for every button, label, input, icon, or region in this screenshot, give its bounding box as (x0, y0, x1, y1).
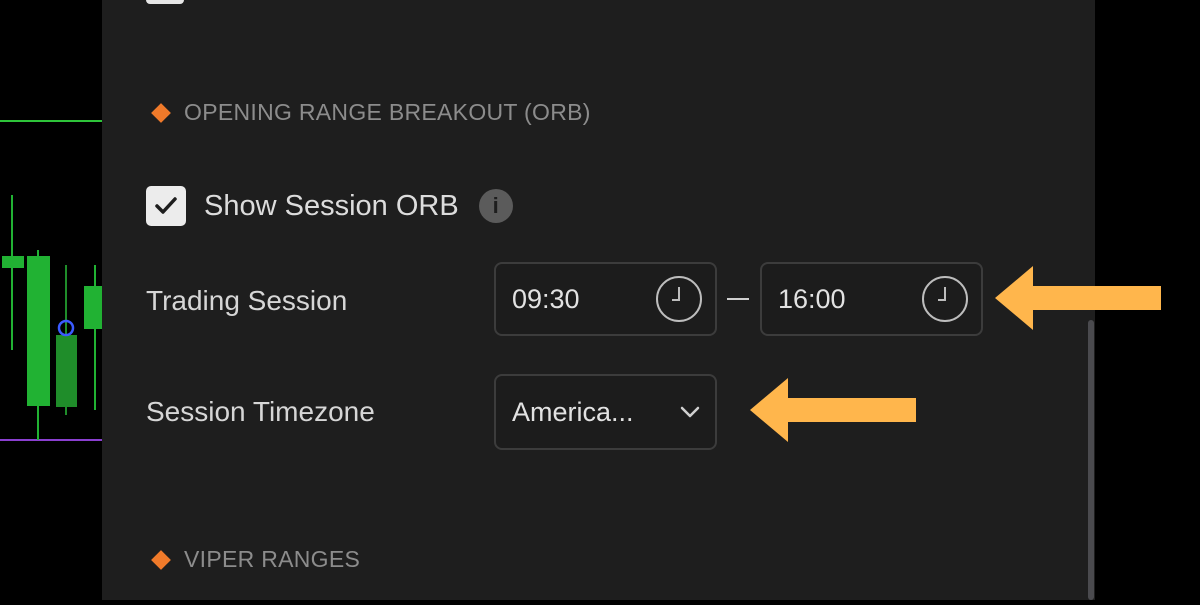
candle-body (84, 286, 102, 329)
session-start-value: 09:30 (512, 283, 580, 314)
arrow-left-icon (995, 266, 1161, 330)
section-title: OPENING RANGE BREAKOUT (ORB) (184, 99, 591, 125)
trading-session-label: Trading Session (146, 285, 348, 316)
session-end-value: 16:00 (778, 283, 846, 314)
show-session-orb-row: Show Session ORB i (146, 186, 513, 226)
price-chart-fragment (0, 0, 102, 600)
range-separator (727, 298, 749, 300)
section-header-viper: VIPER RANGES (150, 546, 360, 573)
diamond-icon (151, 102, 171, 123)
candle-body (27, 256, 50, 406)
chevron-down-icon (680, 406, 700, 418)
timezone-value: America... (512, 396, 634, 427)
show-session-orb-checkbox[interactable] (146, 186, 186, 226)
partial-checkbox[interactable] (146, 0, 184, 4)
check-icon (155, 197, 177, 214)
info-icon[interactable]: i (478, 189, 513, 223)
panel-scrollbar[interactable] (1088, 320, 1094, 600)
candle-body (2, 256, 24, 268)
arrow-left-icon (750, 378, 916, 442)
show-session-orb-label: Show Session ORB (204, 189, 459, 222)
section-header-orb: OPENING RANGE BREAKOUT (ORB) (150, 99, 591, 126)
session-end-input[interactable]: 16:00 (760, 262, 983, 336)
clock-icon[interactable] (655, 275, 703, 323)
clock-icon[interactable] (921, 275, 969, 323)
candle-body (56, 335, 77, 407)
session-timezone-select[interactable]: America... (494, 374, 717, 450)
candlestick-chart (0, 120, 102, 441)
section-title: VIPER RANGES (184, 546, 361, 572)
session-start-input[interactable]: 09:30 (494, 262, 717, 336)
session-timezone-label: Session Timezone (146, 396, 375, 427)
diamond-icon (151, 549, 171, 570)
